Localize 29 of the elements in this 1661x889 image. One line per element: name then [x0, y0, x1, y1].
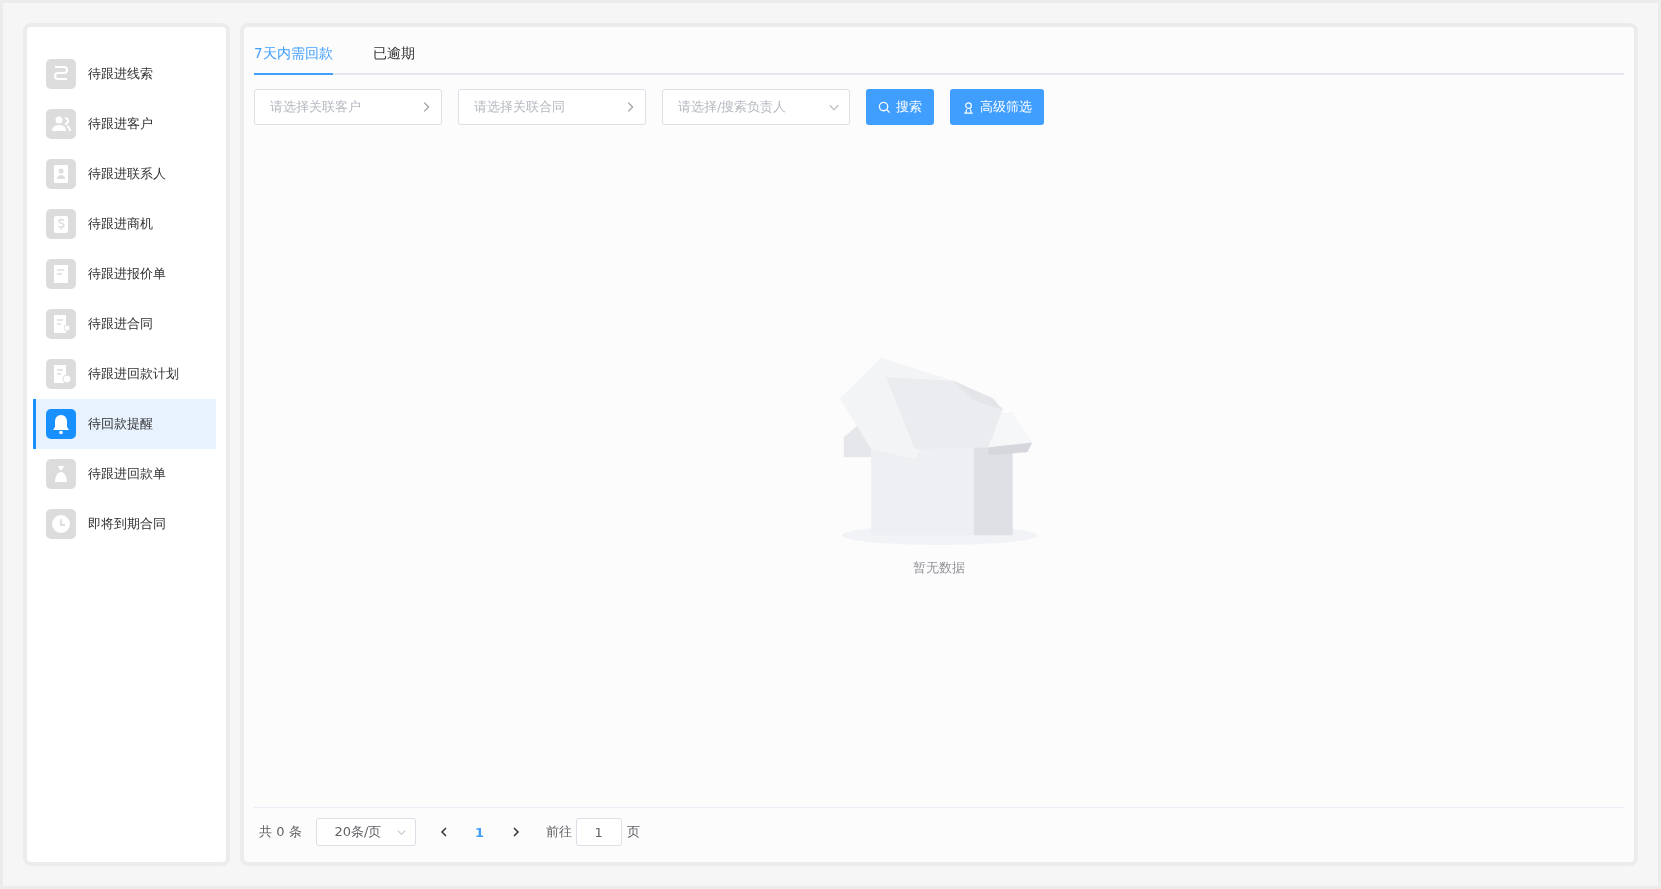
goto-label: 前往	[545, 823, 572, 841]
sidebar-item[interactable]: 待跟进合同	[33, 299, 216, 349]
clock-icon	[46, 509, 76, 539]
page-suffix: 页	[626, 823, 640, 841]
document-stamp-icon	[46, 309, 76, 339]
money-bag-icon	[46, 459, 76, 489]
sidebar-item[interactable]: 待跟进回款单	[33, 449, 216, 499]
sidebar-item[interactable]: 待跟进客户	[33, 99, 216, 149]
sidebar-item[interactable]: 即将到期合同	[33, 499, 216, 549]
bell-icon	[46, 409, 76, 439]
page-size-select[interactable]: 20条/页	[315, 818, 416, 846]
people-icon	[46, 109, 76, 139]
sidebar-item[interactable]: 待回款提醒	[33, 399, 216, 449]
sidebar-item[interactable]: 待跟进回款计划	[33, 349, 216, 399]
route-icon	[46, 59, 76, 89]
person-icon	[962, 100, 975, 114]
sidebar-item[interactable]: 待跟进联系人	[33, 149, 216, 199]
sidebar-item[interactable]: 待跟进线索	[33, 49, 216, 99]
dollar-note-icon	[46, 209, 76, 239]
page-input[interactable]: 1	[575, 818, 622, 846]
contact-card-icon	[46, 159, 76, 189]
document-icon	[46, 259, 76, 289]
sidebar-item[interactable]: 待跟进商机	[33, 199, 216, 249]
total-count: 共 0 条	[259, 823, 302, 841]
sidebar-item[interactable]: 待跟进报价单	[33, 249, 216, 299]
document-clock-icon	[46, 359, 76, 389]
search-icon	[878, 100, 891, 114]
tab[interactable]: 已逾期	[372, 45, 415, 75]
empty-message: 暂无数据	[913, 559, 965, 577]
